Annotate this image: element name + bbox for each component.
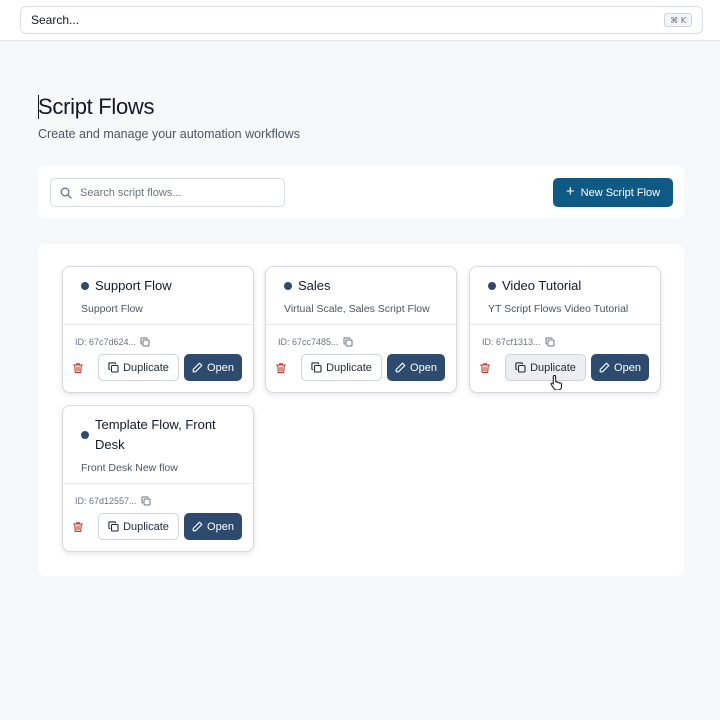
status-dot: [81, 431, 89, 439]
script-flow-card: Template Flow, Front Desk Front Desk New…: [62, 405, 254, 552]
copy-icon: [311, 362, 322, 373]
card-title: Sales: [298, 278, 331, 293]
card-title: Video Tutorial: [502, 278, 582, 293]
status-dot: [81, 282, 89, 290]
card-id-text: ID: 67c7d624...: [75, 337, 137, 347]
trash-icon[interactable]: [72, 521, 84, 533]
duplicate-button[interactable]: Duplicate: [301, 354, 382, 381]
script-flow-card: Support Flow Support Flow ID: 67c7d624..…: [62, 266, 254, 393]
new-script-flow-label: New Script Flow: [580, 186, 661, 199]
pencil-icon: [599, 362, 610, 373]
toolbar-panel: + New Script Flow: [38, 166, 684, 218]
copy-icon[interactable]: [343, 337, 353, 347]
duplicate-label: Duplicate: [530, 361, 576, 374]
copy-icon: [108, 521, 119, 532]
card-description: YT Script Flows Video Tutorial: [488, 303, 629, 315]
cards-panel: Support Flow Support Flow ID: 67c7d624..…: [38, 244, 684, 576]
status-dot: [488, 282, 496, 290]
flow-search-box[interactable]: [50, 178, 285, 207]
pencil-icon: [192, 521, 203, 532]
global-search-label: Search...: [31, 13, 80, 27]
duplicate-label: Duplicate: [123, 520, 169, 533]
duplicate-label: Duplicate: [123, 361, 169, 374]
open-button[interactable]: Open: [184, 354, 242, 381]
plus-icon: +: [565, 183, 575, 200]
trash-icon[interactable]: [479, 362, 491, 374]
copy-icon: [515, 362, 526, 373]
pencil-icon: [395, 362, 406, 373]
card-id-text: ID: 67cf1313...: [482, 337, 541, 347]
top-bar: Search... ⌘ K: [0, 0, 720, 41]
duplicate-button[interactable]: Duplicate: [98, 354, 179, 381]
global-search-bar[interactable]: Search... ⌘ K: [20, 6, 703, 34]
copy-icon[interactable]: [140, 337, 150, 347]
script-flow-card: Sales Virtual Scale, Sales Script Flow I…: [265, 266, 457, 393]
duplicate-button[interactable]: Duplicate: [98, 513, 179, 540]
copy-icon[interactable]: [545, 337, 555, 347]
open-label: Open: [207, 361, 234, 374]
card-title: Support Flow: [95, 278, 172, 293]
hand-cursor-icon: [550, 374, 562, 390]
trash-icon[interactable]: [275, 362, 287, 374]
open-label: Open: [207, 520, 234, 533]
script-flow-card: Video Tutorial YT Script Flows Video Tut…: [469, 266, 661, 393]
card-description: Front Desk New flow: [81, 462, 178, 474]
card-id: ID: 67c7d624...: [75, 337, 150, 347]
card-id-text: ID: 67cc7485...: [278, 337, 339, 347]
status-dot: [284, 282, 292, 290]
page-title: Script Flows: [38, 94, 155, 119]
trash-icon[interactable]: [72, 362, 84, 374]
new-script-flow-button[interactable]: + New Script Flow: [553, 178, 673, 207]
card-id: ID: 67cc7485...: [278, 337, 353, 347]
flow-search-input[interactable]: [80, 184, 275, 202]
card-id-text: ID: 67d12557...: [75, 496, 137, 506]
copy-icon: [108, 362, 119, 373]
page-subtitle: Create and manage your automation workfl…: [38, 127, 300, 141]
duplicate-button[interactable]: Duplicate: [505, 354, 586, 381]
search-icon: [60, 187, 72, 199]
open-button[interactable]: Open: [184, 513, 242, 540]
card-id: ID: 67d12557...: [75, 496, 151, 506]
open-button[interactable]: Open: [387, 354, 445, 381]
duplicate-label: Duplicate: [326, 361, 372, 374]
pencil-icon: [192, 362, 203, 373]
open-label: Open: [614, 361, 641, 374]
card-title: Template Flow, Front Desk: [95, 417, 216, 452]
open-label: Open: [410, 361, 437, 374]
keyboard-shortcut-badge: ⌘ K: [664, 13, 692, 27]
open-button[interactable]: Open: [591, 354, 649, 381]
card-description: Virtual Scale, Sales Script Flow: [284, 303, 430, 315]
card-id: ID: 67cf1313...: [482, 337, 555, 347]
card-description: Support Flow: [81, 303, 143, 315]
copy-icon[interactable]: [141, 496, 151, 506]
